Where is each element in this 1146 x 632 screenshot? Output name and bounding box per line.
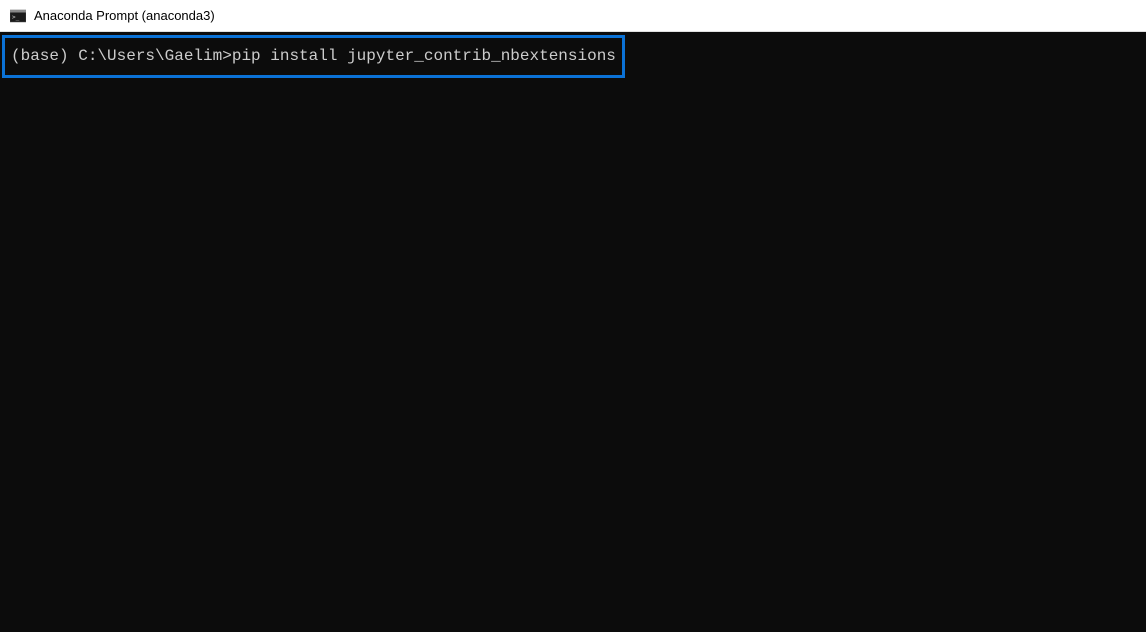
terminal-prompt-line: (base) C:\Users\Gaelim>pip install jupyt… — [11, 47, 616, 65]
terminal-prompt: (base) C:\Users\Gaelim> — [11, 47, 232, 65]
terminal-icon: >_ — [10, 8, 26, 24]
command-highlight-box: (base) C:\Users\Gaelim>pip install jupyt… — [2, 35, 625, 78]
terminal-area[interactable]: (base) C:\Users\Gaelim>pip install jupyt… — [0, 32, 1146, 632]
terminal-command: pip install jupyter_contrib_nbextensions — [232, 47, 616, 65]
svg-text:>_: >_ — [12, 14, 20, 21]
window-title-bar: >_ Anaconda Prompt (anaconda3) — [0, 0, 1146, 32]
window-title: Anaconda Prompt (anaconda3) — [34, 8, 215, 23]
